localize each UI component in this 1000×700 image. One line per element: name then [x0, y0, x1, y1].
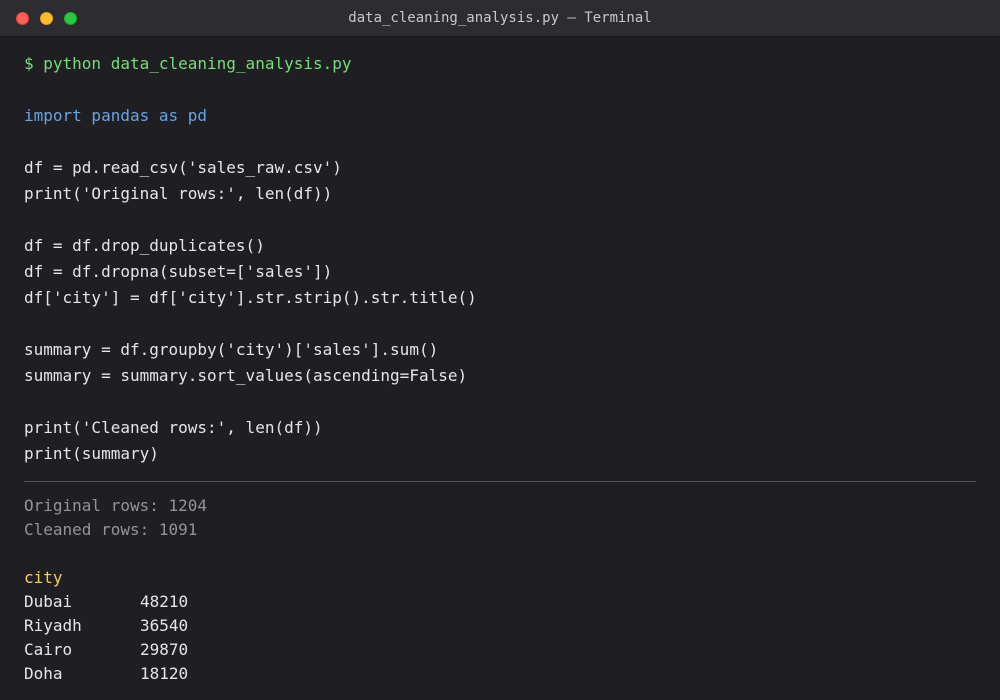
code-line-strip-title: df['city'] = df['city'].str.strip().str.… [24, 288, 477, 307]
summary-value: 48210 [140, 592, 189, 611]
code-line-print-original: print('Original rows:', len(df)) [24, 184, 333, 203]
window-title: data_cleaning_analysis.py — Terminal [348, 10, 652, 26]
code-line-groupby: summary = df.groupby('city')['sales'].su… [24, 340, 439, 359]
title-bar: data_cleaning_analysis.py — Terminal [0, 0, 1000, 37]
summary-value: 29870 [140, 640, 189, 659]
summary-city: Doha [24, 664, 63, 683]
summary-row: Cairo 29870 [24, 640, 324, 660]
summary-row: Dubai 48210 [24, 592, 324, 612]
code-line-print-summary: print(summary) [24, 444, 159, 463]
terminal-window: data_cleaning_analysis.py — Terminal $ p… [0, 0, 1000, 700]
output-original-rows: Original rows: 1204 [24, 496, 208, 515]
summary-city: Cairo [24, 640, 73, 659]
summary-row: Riyadh 36540 [24, 616, 324, 636]
code-line-sort-values: summary = summary.sort_values(ascending=… [24, 366, 468, 385]
summary-value: 18120 [140, 664, 189, 683]
code-line-read-csv: df = pd.read_csv('sales_raw.csv') [24, 158, 342, 177]
summary-row: Doha 18120 [24, 664, 324, 684]
code-line-drop-duplicates: df = df.drop_duplicates() [24, 236, 265, 255]
summary-header: city [24, 568, 63, 587]
summary-value: 36540 [140, 616, 189, 635]
code-line-import: import pandas as pd [24, 106, 208, 125]
code-line-print-cleaned: print('Cleaned rows:', len(df)) [24, 418, 323, 437]
command-line: $ python data_cleaning_analysis.py [24, 54, 352, 73]
summary-city: Dubai [24, 592, 73, 611]
code-line-dropna: df = df.dropna(subset=['sales']) [24, 262, 333, 281]
summary-city: Riyadh [24, 616, 82, 635]
output-cleaned-rows: Cleaned rows: 1091 [24, 520, 198, 539]
output-divider [24, 481, 976, 482]
